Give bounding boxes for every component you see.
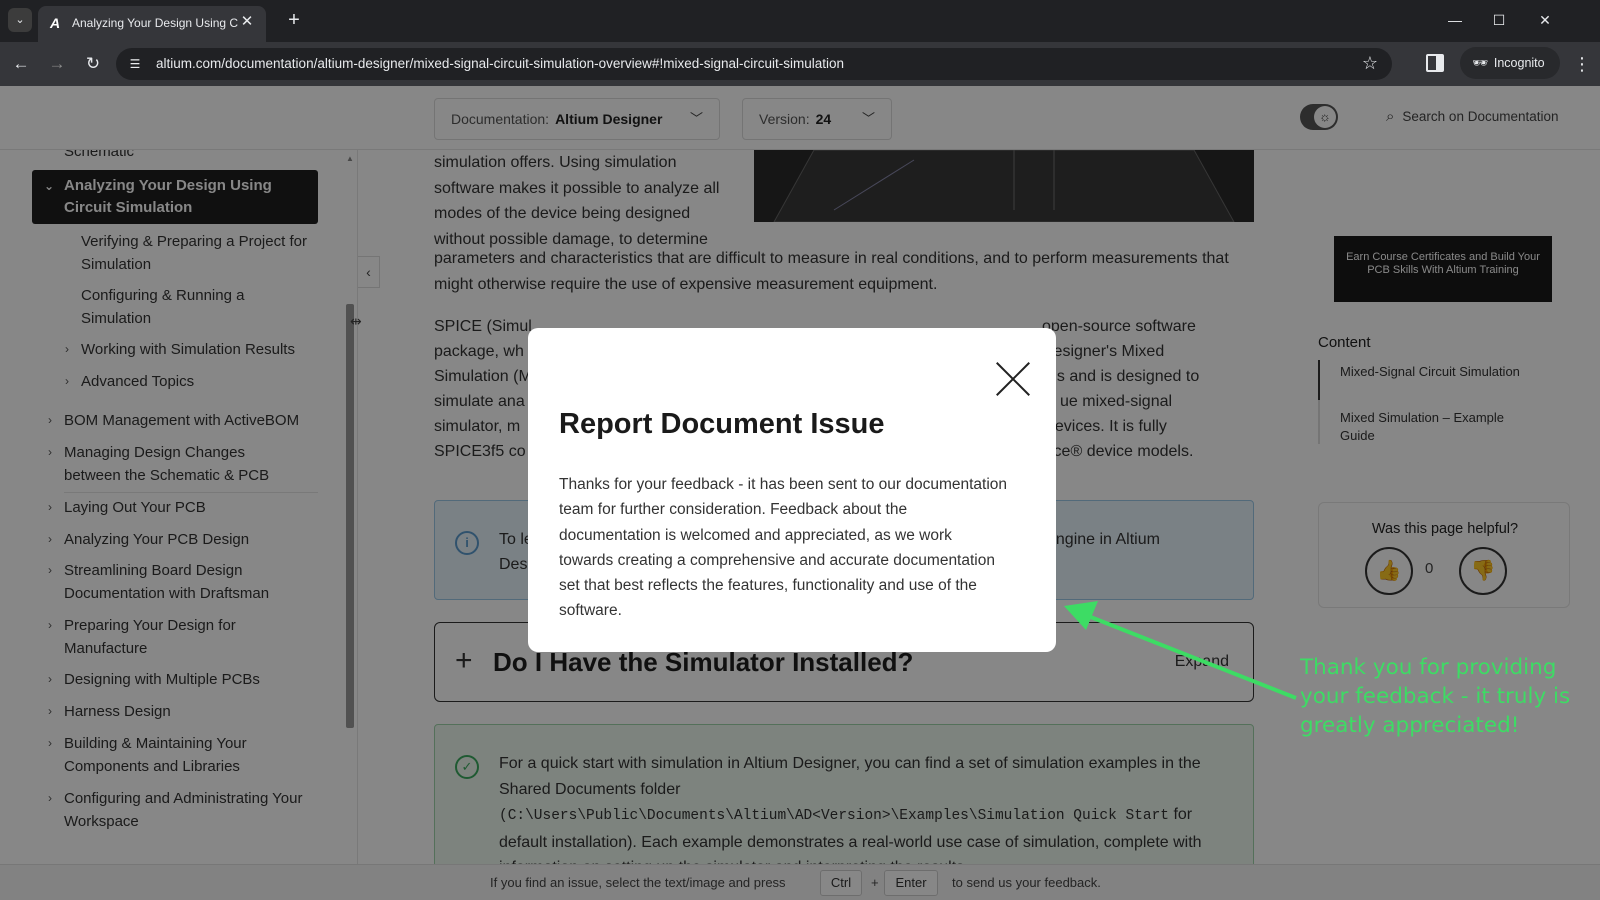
browser-tab[interactable]: A Analyzing Your Design Using Ci ✕	[38, 6, 266, 42]
minimize-button[interactable]: —	[1440, 8, 1470, 32]
bookmark-star-icon[interactable]: ☆	[1362, 53, 1378, 74]
annotation-text: Thank you for providing your feedback - …	[1300, 655, 1571, 738]
close-window-button[interactable]: ✕	[1530, 8, 1560, 32]
modal-body: Thanks for your feedback - it has been s…	[559, 476, 1008, 620]
altium-favicon-icon: A	[50, 15, 61, 31]
close-icon[interactable]	[996, 362, 1030, 396]
incognito-indicator[interactable]: 🕶 Incognito	[1460, 47, 1560, 79]
new-tab-button[interactable]: +	[282, 9, 306, 33]
browser-toolbar: ← → ↻ ☰ altium.com/documentation/altium-…	[0, 42, 1600, 86]
side-panel-icon[interactable]	[1426, 54, 1444, 72]
browser-menu-icon[interactable]: ⋮	[1572, 51, 1592, 77]
incognito-label: Incognito	[1493, 56, 1545, 70]
modal-title: Report Document Issue	[559, 408, 885, 440]
back-button[interactable]: ←	[8, 51, 34, 77]
reload-button[interactable]: ↻	[80, 51, 106, 77]
maximize-button[interactable]: ☐	[1484, 8, 1514, 32]
url-text: altium.com/documentation/altium-designer…	[156, 56, 844, 71]
browser-tab-bar: ⌄ A Analyzing Your Design Using Ci ✕ + —…	[0, 0, 1600, 42]
tab-search-button[interactable]: ⌄	[8, 8, 32, 32]
forward-button[interactable]: →	[44, 51, 70, 77]
report-issue-modal: Report Document Issue Thanks for your fe…	[528, 328, 1056, 652]
site-info-icon[interactable]: ☰	[126, 55, 144, 73]
web-page: Documentation: Altium Designer ﹀ Version:…	[0, 86, 1600, 900]
tab-title: Analyzing Your Design Using Ci	[72, 16, 238, 30]
tab-close-icon[interactable]: ✕	[238, 13, 256, 31]
address-bar[interactable]: ☰ altium.com/documentation/altium-design…	[116, 48, 1392, 80]
incognito-icon: 🕶	[1472, 56, 1488, 70]
